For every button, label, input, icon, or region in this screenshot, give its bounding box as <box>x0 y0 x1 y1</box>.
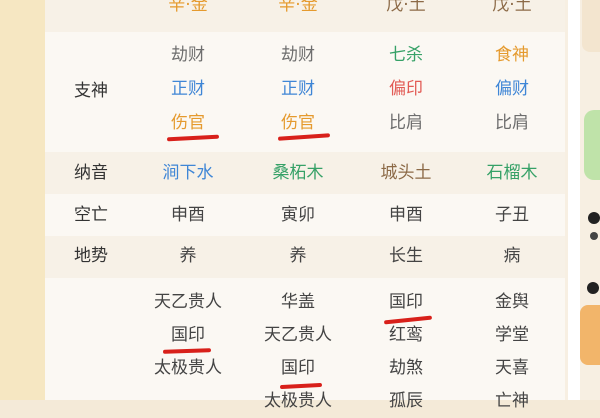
shensha-col3-item: 红鸾 <box>389 325 423 345</box>
row-label-zhishen: 支神 <box>74 81 108 101</box>
shensha-col4-item: 亡神 <box>495 391 529 411</box>
top-cell-4: 戊·土 <box>492 0 532 15</box>
top-cell-3: 戊·土 <box>386 0 426 15</box>
side-illustration-dot <box>587 282 599 294</box>
shensha-col3-item: 劫煞 <box>389 358 423 378</box>
kongwang-value: 申酉 <box>389 205 423 225</box>
top-row-partial: 辛·金 辛·金 戊·土 戊·土 <box>45 0 565 32</box>
shensha-row: 天乙贵人 国印 太极贵人 华盖 天乙贵人 国印 太极贵人 国印 红鸾 劫煞 孤辰… <box>45 282 565 411</box>
kongwang-row: 空亡 申酉 寅卯 申酉 子丑 <box>45 196 565 236</box>
row-label-nayin: 纳音 <box>74 163 108 183</box>
zhishen-col4-item: 食神 <box>495 45 529 65</box>
zhishen-col3-item: 比肩 <box>389 113 423 133</box>
side-card-top <box>582 0 600 52</box>
dishi-value: 病 <box>503 246 521 266</box>
shensha-col1-item: 国印 <box>171 325 205 345</box>
shensha-col2-item: 天乙贵人 <box>264 325 332 345</box>
shensha-col3-item: 孤辰 <box>389 391 423 411</box>
left-background-strip <box>0 0 45 400</box>
shensha-col4-item: 天喜 <box>495 358 529 378</box>
side-illustration-plant <box>584 110 600 180</box>
dishi-value: 长生 <box>389 246 423 266</box>
zhishen-col2-item: 劫财 <box>281 45 315 65</box>
dishi-row: 地势 养 养 长生 病 <box>45 236 565 278</box>
shensha-col3-item: 国印 <box>389 292 423 312</box>
zhishen-col3-item: 偏印 <box>389 79 423 99</box>
zhishen-col4-item: 偏财 <box>495 79 529 99</box>
kongwang-value: 子丑 <box>495 205 529 225</box>
zhishen-col1-item: 劫财 <box>171 45 205 65</box>
side-illustration-character <box>580 305 600 365</box>
zhishen-row: 支神 劫财 正财 伤官 劫财 正财 伤官 七杀 偏印 比肩 食神 偏财 比肩 <box>45 36 565 148</box>
zhishen-col1-item: 伤官 <box>171 113 205 133</box>
nayin-row: 纳音 涧下水 桑柘木 城头土 石榴木 <box>45 152 565 194</box>
shensha-col2-item: 国印 <box>281 358 315 378</box>
side-illustration-dot <box>590 232 598 240</box>
shensha-col2-item: 华盖 <box>281 292 315 312</box>
nayin-value: 石榴木 <box>486 163 538 183</box>
side-illustration-dot <box>588 212 600 224</box>
kongwang-value: 申酉 <box>171 205 205 225</box>
shensha-col1-item: 天乙贵人 <box>154 292 222 312</box>
row-label-kongwang: 空亡 <box>74 205 108 225</box>
shensha-col4-item: 学堂 <box>495 325 529 345</box>
bazi-table: 辛·金 辛·金 戊·土 戊·土 支神 劫财 正财 伤官 劫财 正财 伤官 七杀 … <box>45 0 565 411</box>
nayin-value: 桑柘木 <box>272 163 324 183</box>
zhishen-col2-item: 正财 <box>281 79 315 99</box>
top-cell-1: 辛·金 <box>168 0 208 15</box>
dishi-value: 养 <box>179 246 197 266</box>
dishi-value: 养 <box>289 246 307 266</box>
zhishen-col3-item: 七杀 <box>389 45 423 65</box>
scrollbar-track[interactable] <box>568 0 580 400</box>
shensha-col2-item: 太极贵人 <box>264 391 332 411</box>
shensha-col4-item: 金舆 <box>495 292 529 312</box>
kongwang-value: 寅卯 <box>281 205 315 225</box>
nayin-value: 城头土 <box>380 163 432 183</box>
nayin-value: 涧下水 <box>162 163 214 183</box>
zhishen-col4-item: 比肩 <box>495 113 529 133</box>
row-label-dishi: 地势 <box>74 246 108 266</box>
zhishen-col1-item: 正财 <box>171 79 205 99</box>
shensha-col1-item: 太极贵人 <box>154 358 222 378</box>
top-cell-2: 辛·金 <box>278 0 318 15</box>
